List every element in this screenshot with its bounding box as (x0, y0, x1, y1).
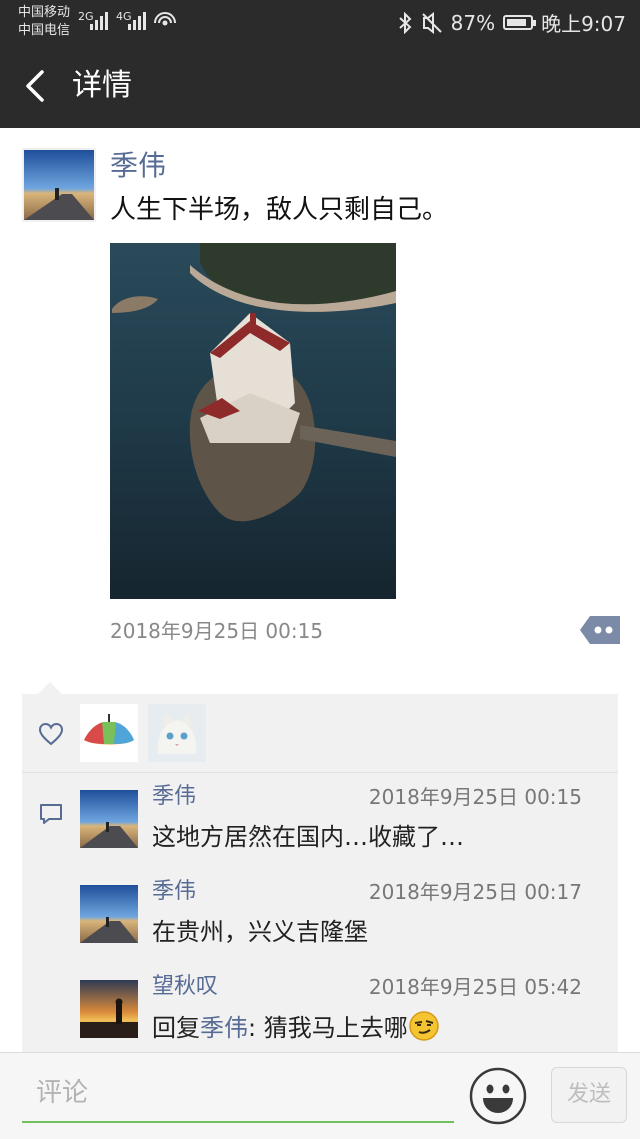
carrier-2: 中国电信 (18, 23, 71, 38)
comment-time: 2018年9月25日 00:15 (368, 785, 582, 809)
commenter-avatar[interactable] (80, 790, 138, 848)
comment-item[interactable]: 季伟 2018年9月25日 00:17 在贵州，兴义吉隆堡 (80, 879, 610, 975)
battery-icon (503, 15, 537, 30)
post-time: 2018年9月25日 00:15 (110, 619, 324, 643)
comment-time: 2018年9月25日 05:42 (368, 975, 582, 999)
author-avatar[interactable] (22, 148, 96, 222)
signal-1-icon (90, 12, 108, 30)
battery-fill (507, 19, 527, 26)
status-right: 87% 晚上9:07 (397, 8, 626, 37)
signal-2-icon (128, 12, 146, 30)
carrier-1: 中国移动 (18, 5, 71, 20)
emoji-button[interactable] (469, 1067, 527, 1125)
comment-icon (40, 804, 62, 824)
interaction-panel: 季伟 2018年9月25日 00:15 这地方居然在国内…收藏了… 季伟 201… (22, 694, 618, 1054)
more-dots-icon[interactable] (580, 616, 620, 644)
comment-time: 2018年9月25日 00:17 (368, 880, 582, 904)
likes-row (22, 694, 618, 773)
commenter-avatar[interactable] (80, 885, 138, 943)
comment-text: 这地方居然在国内…收藏了… (152, 823, 464, 851)
status-bar: 中国移动 中国电信 2G 4G 87% 晚上9:07 (0, 0, 640, 44)
bluetooth-icon (398, 11, 412, 34)
carrier-labels: 中国移动 中国电信 (18, 4, 70, 40)
reply-prefix: 回复 (152, 1014, 200, 1042)
commenter-name[interactable]: 季伟 (152, 782, 196, 812)
comment-text: 在贵州，兴义吉隆堡 (152, 918, 368, 946)
back-button[interactable] (20, 66, 60, 106)
comment-text: 回复季伟: 猜我马上去哪 (152, 1010, 440, 1045)
smirk-emoji-icon (408, 1011, 439, 1041)
comment-input[interactable] (22, 1065, 454, 1123)
page-title: 详情 (72, 68, 132, 103)
battery-percent: 87% (450, 10, 496, 35)
nav-bar: 详情 (0, 44, 640, 128)
commenter-name[interactable]: 季伟 (152, 877, 196, 907)
wifi-hotspot-icon (154, 12, 176, 26)
reply-text: : 猜我马上去哪 (248, 1014, 408, 1042)
mute-icon (421, 11, 442, 34)
author-name[interactable]: 季伟 (110, 148, 166, 184)
clock: 晚上9:07 (541, 12, 626, 36)
heart-icon (38, 722, 64, 746)
post-photo[interactable] (110, 243, 396, 599)
reply-target-name[interactable]: 季伟 (200, 1014, 248, 1042)
like-avatar[interactable] (148, 704, 206, 762)
commenter-avatar[interactable] (80, 980, 138, 1038)
send-button[interactable]: 发送 (551, 1067, 627, 1123)
commenter-name[interactable]: 望秋叹 (152, 972, 218, 1002)
comment-item[interactable]: 季伟 2018年9月25日 00:15 这地方居然在国内…收藏了… (80, 784, 610, 880)
like-avatar[interactable] (80, 704, 138, 762)
post-text: 人生下半场，敌人只剩自己。 (110, 195, 449, 225)
comment-bar: 发送 (0, 1052, 640, 1139)
panel-arrow (38, 682, 62, 694)
